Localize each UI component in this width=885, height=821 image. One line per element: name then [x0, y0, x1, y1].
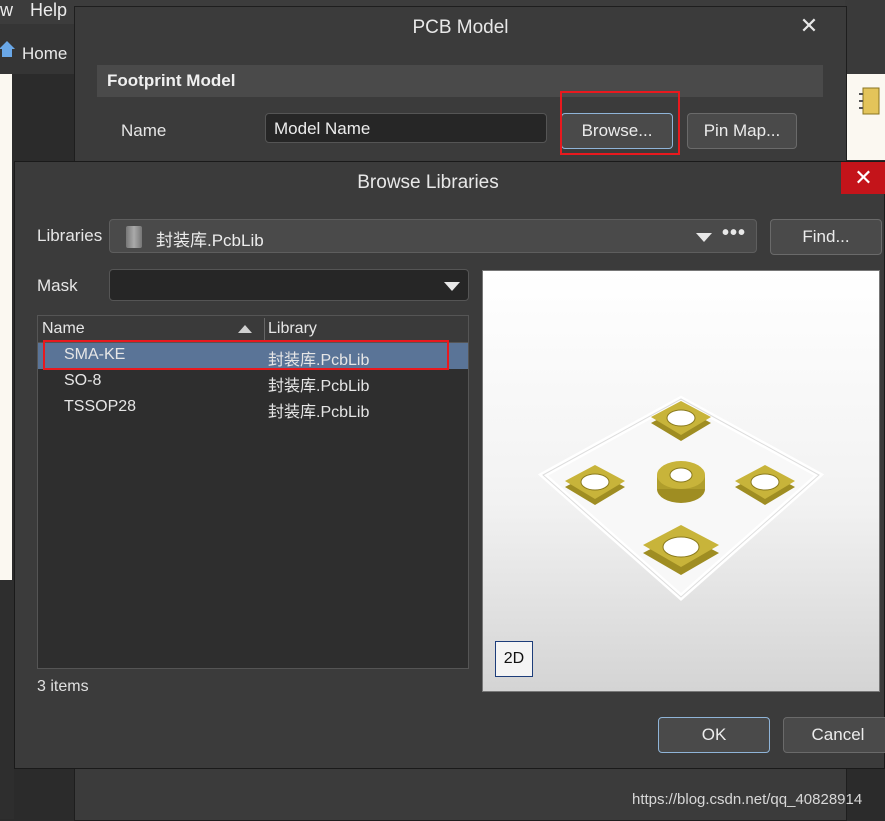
- items-count: 3 items: [37, 678, 89, 695]
- find-button[interactable]: Find...: [770, 219, 882, 255]
- menu-item-help[interactable]: Help: [30, 0, 67, 21]
- background-canvas: [0, 74, 12, 580]
- model-name-input[interactable]: Model Name: [265, 113, 547, 143]
- table-row[interactable]: TSSOP28 封装库.PcbLib: [38, 395, 468, 421]
- library-selected: 封装库.PcbLib: [156, 231, 264, 250]
- row-name: TSSOP28: [64, 398, 137, 415]
- more-options-icon[interactable]: •••: [722, 222, 746, 245]
- cancel-button[interactable]: Cancel: [783, 717, 885, 753]
- library-icon: [126, 226, 142, 248]
- column-divider[interactable]: [264, 318, 265, 340]
- mask-dropdown[interactable]: [109, 269, 469, 301]
- column-header-library[interactable]: Library: [268, 320, 317, 338]
- section-title: Footprint Model: [107, 71, 236, 90]
- home-tab[interactable]: Home: [22, 44, 67, 64]
- background-toolbar-right: [845, 0, 885, 74]
- close-icon[interactable]: ✕: [797, 11, 821, 41]
- libraries-dropdown[interactable]: 封装库.PcbLib •••: [109, 219, 757, 253]
- highlight-box: [560, 91, 680, 155]
- background-canvas-right: [845, 74, 885, 160]
- section-header: Footprint Model: [97, 65, 823, 97]
- mask-label: Mask: [37, 276, 78, 295]
- libraries-label: Libraries: [37, 226, 103, 245]
- row-name: SO-8: [64, 372, 102, 389]
- footprint-preview[interactable]: 2D: [482, 270, 880, 692]
- name-label: Name: [121, 121, 167, 140]
- ok-button[interactable]: OK: [658, 717, 770, 753]
- row-library: 封装库.PcbLib: [268, 378, 370, 395]
- row-library: 封装库.PcbLib: [268, 404, 370, 421]
- pin-map-button[interactable]: Pin Map...: [687, 113, 797, 149]
- list-header: Name Library: [38, 316, 468, 343]
- background-panel: [0, 580, 14, 819]
- watermark: https://blog.csdn.net/qq_40828914: [632, 791, 863, 808]
- chip-icon: [859, 87, 880, 115]
- browse-libraries-dialog: Browse Libraries ✕ Libraries 封装库.PcbLib …: [14, 161, 885, 769]
- dialog-title: Browse Libraries: [357, 172, 499, 193]
- table-row[interactable]: SO-8 封装库.PcbLib: [38, 369, 468, 395]
- chevron-down-icon[interactable]: [696, 233, 712, 242]
- column-header-name[interactable]: Name: [42, 320, 85, 338]
- menu-item-view[interactable]: w: [0, 0, 13, 21]
- footprint-3d-render: [537, 395, 825, 602]
- view-2d-button[interactable]: 2D: [495, 641, 533, 677]
- home-icon: [0, 41, 15, 57]
- highlight-box: [43, 340, 449, 370]
- pad-center: [657, 461, 705, 503]
- sort-ascending-icon: [238, 325, 252, 333]
- close-icon[interactable]: ✕: [841, 162, 885, 194]
- chevron-down-icon[interactable]: [444, 282, 460, 291]
- dialog-title: PCB Model: [412, 17, 509, 38]
